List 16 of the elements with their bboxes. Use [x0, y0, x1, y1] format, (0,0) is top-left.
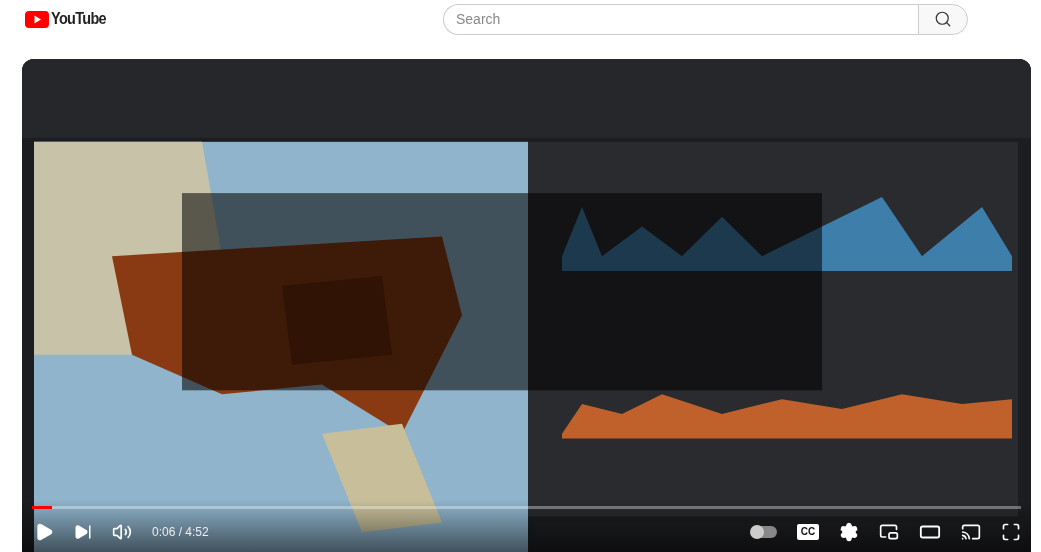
- miniplayer-button[interactable]: [879, 522, 899, 542]
- autoplay-toggle[interactable]: [751, 526, 777, 538]
- progress-bar[interactable]: [32, 506, 1021, 509]
- cast-button[interactable]: [961, 522, 981, 542]
- play-logo-icon: [25, 10, 49, 28]
- play-button[interactable]: [34, 522, 54, 542]
- search-icon: [934, 10, 952, 28]
- time-display: 0:06 / 4:52: [152, 525, 209, 539]
- captions-button[interactable]: CC: [797, 524, 819, 540]
- search-field[interactable]: Search: [443, 3, 918, 35]
- volume-button[interactable]: [112, 522, 132, 542]
- youtube-logo[interactable]: YouTube: [25, 9, 443, 29]
- next-button[interactable]: [74, 523, 92, 541]
- fullscreen-button[interactable]: [1001, 522, 1021, 542]
- search-button[interactable]: [918, 3, 968, 35]
- settings-button[interactable]: [839, 522, 859, 542]
